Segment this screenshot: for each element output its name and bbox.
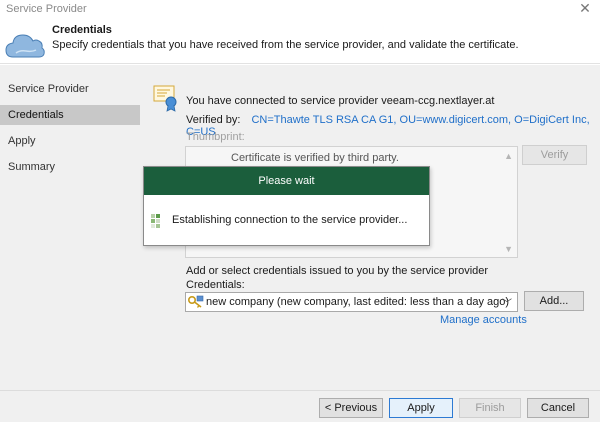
- verified-by-row: Verified by: CN=Thawte TLS RSA CA G1, OU…: [186, 114, 600, 138]
- verified-by-link[interactable]: CN=Thawte TLS RSA CA G1, OU=www.digicert…: [186, 114, 590, 138]
- page-subtitle: Specify credentials that you have receiv…: [52, 39, 519, 51]
- title-bar: Service Provider ✕: [0, 0, 600, 18]
- finish-button[interactable]: Finish: [459, 398, 521, 418]
- connection-status-text: You have connected to service provider v…: [186, 95, 495, 107]
- chevron-down-icon[interactable]: ﹀: [502, 295, 512, 310]
- credentials-label: Credentials:: [186, 279, 245, 291]
- sidebar-item-service-provider[interactable]: Service Provider: [0, 79, 140, 99]
- page-title: Credentials: [52, 24, 112, 36]
- verify-button[interactable]: Verify: [522, 145, 587, 165]
- wizard-footer: < Previous Apply Finish Cancel: [0, 390, 600, 422]
- sidebar-item-summary[interactable]: Summary: [0, 157, 140, 177]
- window-title: Service Provider: [6, 3, 87, 15]
- apply-button[interactable]: Apply: [389, 398, 453, 418]
- add-credentials-button[interactable]: Add...: [524, 291, 584, 311]
- certificate-status-message: Certificate is verified by third party.: [231, 152, 399, 164]
- thumbprint-label: Thumbprint:: [186, 131, 245, 143]
- close-icon[interactable]: ✕: [578, 1, 592, 15]
- wizard-steps-sidebar: Service Provider Credentials Apply Summa…: [0, 65, 140, 390]
- sidebar-item-apply[interactable]: Apply: [0, 131, 140, 151]
- previous-button[interactable]: < Previous: [319, 398, 383, 418]
- verified-by-label: Verified by:: [186, 114, 241, 126]
- sidebar-item-credentials[interactable]: Credentials: [0, 105, 140, 125]
- please-wait-title: Please wait: [144, 167, 429, 195]
- manage-accounts-link[interactable]: Manage accounts: [440, 314, 527, 326]
- credentials-selected-value: new company (new company, last edited: l…: [206, 296, 510, 308]
- loading-spinner-icon: [151, 214, 165, 231]
- credentials-dropdown[interactable]: new company (new company, last edited: l…: [185, 292, 518, 312]
- certificate-icon: [153, 84, 179, 115]
- cloud-icon: [4, 30, 46, 63]
- cancel-button[interactable]: Cancel: [527, 398, 589, 418]
- please-wait-dialog: Please wait Establishing connection to t…: [143, 166, 430, 246]
- wizard-header: Credentials Specify credentials that you…: [0, 18, 600, 64]
- scroll-down-icon[interactable]: ▼: [504, 244, 513, 254]
- scroll-up-icon[interactable]: ▲: [504, 151, 513, 161]
- credentials-instruction: Add or select credentials issued to you …: [186, 265, 489, 277]
- key-icon: [187, 295, 204, 312]
- please-wait-message: Establishing connection to the service p…: [172, 214, 408, 226]
